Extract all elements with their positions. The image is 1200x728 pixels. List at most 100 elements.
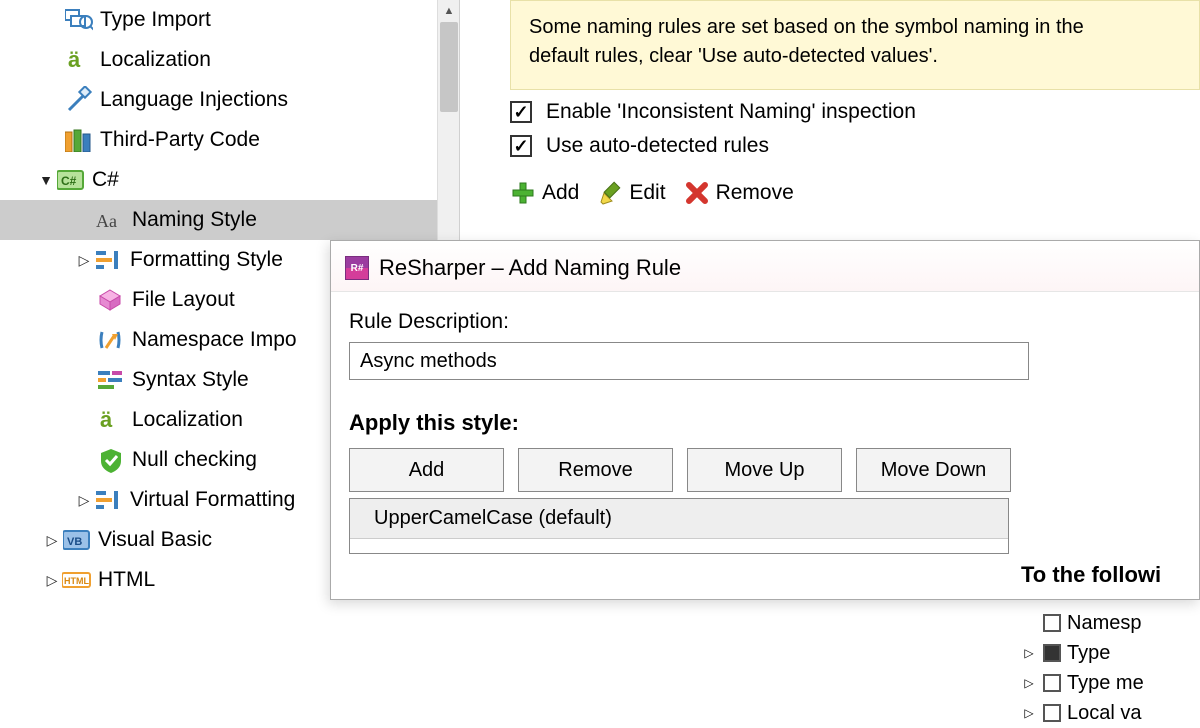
tree-label: File Layout	[132, 288, 235, 312]
vb-icon: VB	[62, 525, 92, 555]
notice-banner: Some naming rules are set based on the s…	[510, 0, 1200, 90]
style-listbox[interactable]: UpperCamelCase (default)	[349, 498, 1009, 554]
cube-icon	[96, 285, 126, 315]
style-moveup-button[interactable]: Move Up	[687, 448, 842, 492]
syntax-icon	[96, 365, 126, 395]
expand-arrow-icon: ▼	[36, 172, 56, 188]
dialog-body: Rule Description: Apply this style: Add …	[331, 292, 1199, 554]
follow-label: To the followi	[1021, 562, 1181, 588]
tree-label: Visual Basic	[98, 528, 212, 552]
pencil-icon	[597, 180, 623, 206]
svg-text:C#: C#	[61, 174, 77, 188]
checkbox-label: Enable 'Inconsistent Naming' inspection	[546, 100, 916, 124]
rules-toolbar: Add Edit Remove	[510, 180, 1200, 206]
checkbox-enable-inspection[interactable]: ✓ Enable 'Inconsistent Naming' inspectio…	[510, 100, 1200, 124]
rule-description-label: Rule Description:	[349, 310, 1181, 334]
aa-icon: Aa	[96, 205, 126, 235]
tree-label: Third-Party Code	[100, 128, 260, 152]
shield-check-icon	[96, 445, 126, 475]
tree-label: C#	[92, 168, 119, 192]
scroll-thumb[interactable]	[440, 22, 458, 112]
expand-arrow-icon[interactable]: ▷	[1021, 676, 1037, 690]
svg-text:ä: ä	[68, 47, 81, 72]
remove-x-icon	[684, 180, 710, 206]
collapse-arrow-icon: ▷	[74, 492, 94, 509]
follow-tree: Namesp ▷ Type ▷ Type me ▷	[1021, 608, 1181, 728]
tool-label: Add	[542, 181, 579, 205]
html-icon: HTML	[62, 565, 92, 595]
follow-item-type-me[interactable]: ▷ Type me	[1021, 668, 1181, 698]
notice-line2: default rules, clear 'Use auto-detected …	[529, 42, 1181, 71]
tree-item-language-injections[interactable]: Language Injections	[0, 80, 459, 120]
follow-item-label: Local va	[1067, 702, 1142, 725]
tree-label: Namespace Impo	[132, 328, 297, 352]
tree-item-csharp[interactable]: ▼ C# C#	[0, 160, 459, 200]
tree-item-naming-style[interactable]: Aa Naming Style	[0, 200, 459, 240]
checkbox-icon[interactable]	[1043, 674, 1061, 692]
style-add-button[interactable]: Add	[349, 448, 504, 492]
tree-item-third-party[interactable]: Third-Party Code	[0, 120, 459, 160]
tree-label: Language Injections	[100, 88, 288, 112]
style-list-item[interactable]: UpperCamelCase (default)	[350, 499, 1008, 539]
tool-label: Edit	[629, 181, 665, 205]
remove-rule-button[interactable]: Remove	[684, 180, 794, 206]
apply-style-label: Apply this style:	[349, 410, 1011, 436]
formatting-icon	[94, 485, 124, 515]
notice-line1: Some naming rules are set based on the s…	[529, 13, 1181, 42]
localization-icon: ä	[64, 45, 94, 75]
checkbox-auto-detected[interactable]: ✓ Use auto-detected rules	[510, 134, 1200, 158]
edit-rule-button[interactable]: Edit	[597, 180, 665, 206]
tree-label: Null checking	[132, 448, 257, 472]
tree-item-localization[interactable]: ä Localization	[0, 40, 459, 80]
checkbox-label: Use auto-detected rules	[546, 134, 769, 158]
collapse-arrow-icon: ▷	[74, 252, 94, 269]
tree-label: Localization	[132, 408, 243, 432]
follow-item-label: Namesp	[1067, 612, 1141, 635]
add-naming-rule-dialog: R# ReSharper – Add Naming Rule Rule Desc…	[330, 240, 1200, 600]
follow-item-label: Type me	[1067, 672, 1144, 695]
csharp-icon: C#	[56, 165, 86, 195]
books-icon	[64, 125, 94, 155]
collapse-arrow-icon: ▷	[42, 572, 62, 589]
svg-text:ä: ä	[100, 407, 113, 432]
formatting-icon	[94, 245, 124, 275]
scroll-up-icon[interactable]: ▲	[438, 0, 460, 22]
syringe-icon	[64, 85, 94, 115]
svg-text:HTML: HTML	[64, 576, 89, 586]
type-import-icon	[64, 5, 94, 35]
resharper-icon: R#	[345, 256, 369, 280]
follow-item-label: Type	[1067, 642, 1110, 665]
localization-icon: ä	[96, 405, 126, 435]
tree-label: Naming Style	[132, 208, 257, 232]
plus-icon	[510, 180, 536, 206]
tree-label: Type Import	[100, 8, 211, 32]
expand-arrow-icon[interactable]: ▷	[1021, 706, 1037, 720]
rule-description-input[interactable]	[349, 342, 1029, 380]
svg-text:Aa: Aa	[96, 211, 117, 231]
follow-column: To the followi Namesp ▷ Type ▷	[1021, 562, 1181, 728]
tree-label: Syntax Style	[132, 368, 249, 392]
checkbox-icon[interactable]	[1043, 644, 1061, 662]
tree-label: Virtual Formatting	[130, 488, 295, 512]
checkbox-icon[interactable]	[1043, 614, 1061, 632]
checkbox-icon: ✓	[510, 101, 532, 123]
namespace-icon	[96, 325, 126, 355]
style-remove-button[interactable]: Remove	[518, 448, 673, 492]
tree-label: Formatting Style	[130, 248, 283, 272]
expand-arrow-icon[interactable]: ▷	[1021, 646, 1037, 660]
add-rule-button[interactable]: Add	[510, 180, 579, 206]
follow-item-type[interactable]: ▷ Type	[1021, 638, 1181, 668]
style-movedown-button[interactable]: Move Down	[856, 448, 1011, 492]
tree-label: HTML	[98, 568, 155, 592]
tree-label: Localization	[100, 48, 211, 72]
follow-item-namespace[interactable]: Namesp	[1021, 608, 1181, 638]
tool-label: Remove	[716, 181, 794, 205]
follow-item-local-va[interactable]: ▷ Local va	[1021, 698, 1181, 728]
collapse-arrow-icon: ▷	[42, 532, 62, 549]
svg-text:VB: VB	[67, 536, 82, 548]
tree-item-type-import[interactable]: Type Import	[0, 0, 459, 40]
checkbox-icon[interactable]	[1043, 704, 1061, 722]
dialog-titlebar[interactable]: R# ReSharper – Add Naming Rule	[331, 241, 1199, 292]
checkbox-icon: ✓	[510, 135, 532, 157]
style-button-row: Add Remove Move Up Move Down	[349, 448, 1011, 492]
